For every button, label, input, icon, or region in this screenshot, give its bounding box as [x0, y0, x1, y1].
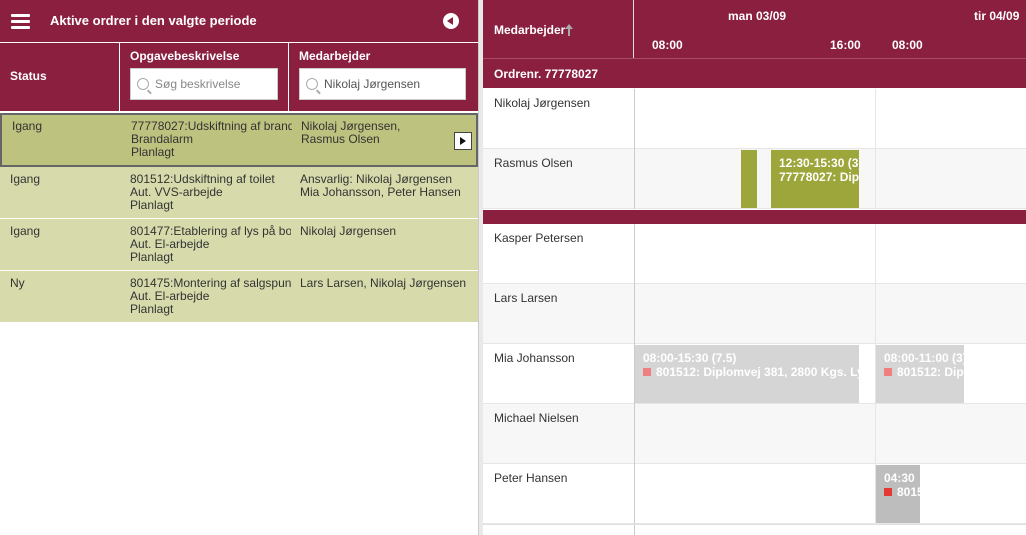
orders-topbar: Aktive ordrer i den valgte periode: [0, 0, 478, 42]
event-description: 801512: Diplomvej: [884, 365, 964, 379]
event-description-text: 801512: Diplomvej 381, 2800 Kgs. Lyngby: [656, 365, 859, 379]
order-status: Igang: [10, 225, 41, 238]
employee-name: Mia Johansson: [494, 351, 575, 365]
time-label: 08:00: [652, 38, 683, 52]
event-description: 801512: [884, 485, 920, 499]
employee-row[interactable]: Rasmus Olsen 12:30-15:30 (3) 77778027: D…: [483, 149, 1026, 209]
order-description: 801477:Etablering af lys på bord Aut. El…: [130, 225, 291, 264]
column-header-status[interactable]: Status: [0, 43, 119, 111]
event-time: 12:30-15:30 (3): [779, 156, 859, 170]
column-divider: [634, 404, 635, 464]
employee-name: Kasper Petersen: [494, 231, 584, 245]
column-divider: [634, 224, 635, 284]
employee-row[interactable]: Kasper Petersen: [483, 224, 1026, 284]
column-divider: [634, 149, 635, 209]
order-row[interactable]: Igang 801512:Udskiftning af toilet Aut. …: [0, 167, 478, 219]
day-divider: [875, 404, 876, 464]
event-description-text: 801512: [897, 485, 920, 499]
description-search-box: [130, 68, 285, 100]
event-time: 08:00-15:30 (7.5): [643, 351, 737, 365]
day-divider: [875, 224, 876, 284]
order-row[interactable]: Ny 801475:Montering af salgspunkt Aut. E…: [0, 271, 478, 323]
time-label: 08:00: [892, 38, 923, 52]
order-status: Igang: [12, 120, 43, 133]
column-divider: [634, 464, 635, 524]
column-label-status: Status: [10, 69, 47, 83]
event-description: 77778027: Diplomvej: [779, 170, 859, 184]
order-employees: Nikolaj Jørgensen: [300, 225, 397, 238]
column-header-description: Opgavebeskrivelse: [120, 43, 288, 111]
employee-row[interactable]: Peter Hansen 04:30 801512: [483, 464, 1026, 524]
employee-header-label: Medarbejder: [494, 23, 566, 37]
scheduler-header: Medarbejder man 03/09 tir 04/09 08:00 16…: [483, 0, 1026, 58]
expand-row-button[interactable]: [454, 132, 472, 150]
order-status: Igang: [10, 173, 41, 186]
order-employees: Lars Larsen, Nikolaj Jørgensen: [300, 277, 467, 290]
search-icon: [137, 78, 149, 90]
orders-panel: Aktive ordrer i den valgte periode Statu…: [0, 0, 478, 535]
day-divider: [875, 89, 876, 149]
order-state: Planlagt: [131, 145, 175, 159]
schedule-event[interactable]: 12:30-15:30 (3) 77778027: Diplomvej: [771, 150, 859, 208]
employee-name: Rasmus Olsen: [494, 156, 573, 170]
day-divider: [875, 284, 876, 344]
employee-row[interactable]: Mia Johansson 08:00-15:30 (7.5) 801512: …: [483, 344, 1026, 404]
collapse-panel-icon[interactable]: [443, 13, 459, 29]
sort-ascending-icon[interactable]: [565, 24, 573, 36]
employee-row[interactable]: Lars Larsen: [483, 284, 1026, 344]
order-description: 801512:Udskiftning af toilet Aut. VVS-ar…: [130, 173, 291, 212]
scheduler-panel: Medarbejder man 03/09 tir 04/09 08:00 16…: [483, 0, 1026, 535]
time-label: 16:00: [830, 38, 861, 52]
order-description: 801475:Montering af salgspunkt Aut. El-a…: [130, 277, 291, 316]
employee-name: Peter Hansen: [494, 471, 568, 485]
search-icon: [306, 78, 318, 90]
employee-name: Lars Larsen: [494, 291, 558, 305]
group-separator: [483, 210, 1026, 224]
order-group-header[interactable]: Ordrenr. 77778027: [483, 58, 1026, 88]
panel-title: Aktive ordrer i den valgte periode: [50, 13, 257, 28]
employee-name: Michael Nielsen: [494, 411, 579, 425]
schedule-event[interactable]: 04:30 801512: [876, 465, 920, 523]
column-divider: [634, 525, 635, 535]
column-label-description: Opgavebeskrivelse: [130, 49, 240, 63]
employee-name: Nikolaj Jørgensen: [494, 96, 591, 110]
order-row[interactable]: Igang 801477:Etablering af lys på bord A…: [0, 219, 478, 271]
order-employees: Nikolaj Jørgensen, Rasmus Olsen: [301, 120, 401, 146]
event-description-text: 801512: Diplomvej: [897, 365, 964, 379]
flag-icon: [884, 488, 892, 496]
column-divider: [634, 89, 635, 149]
order-status: Ny: [10, 277, 25, 290]
flag-icon: [643, 368, 651, 376]
column-header-employee: Medarbejder: [289, 43, 478, 111]
column-divider: [634, 284, 635, 344]
column-label-employee: Medarbejder: [299, 49, 371, 63]
order-state: Planlagt: [130, 302, 174, 316]
schedule-event[interactable]: 08:00-15:30 (7.5) 801512: Diplomvej 381,…: [635, 345, 859, 403]
flag-icon: [884, 368, 892, 376]
employee-row[interactable]: Michael Nielsen: [483, 404, 1026, 464]
description-search-input[interactable]: [155, 77, 285, 91]
day-label: tir 04/09: [974, 9, 1020, 23]
event-description: 801512: Diplomvej 381, 2800 Kgs. Lyngby: [643, 365, 859, 379]
schedule-event[interactable]: 08:00-11:00 (3) 801512: Diplomvej: [876, 345, 964, 403]
event-time: 04:30: [884, 471, 915, 485]
order-state: Planlagt: [130, 250, 174, 264]
employee-row[interactable]: Nikolaj Jørgensen: [483, 89, 1026, 149]
employee-search-box: [299, 68, 466, 100]
scheduler-bottom-row: [483, 524, 1026, 535]
employee-column-header[interactable]: Medarbejder: [483, 0, 634, 58]
event-time: 08:00-11:00 (3): [884, 351, 964, 365]
hamburger-menu-icon[interactable]: [11, 14, 30, 29]
day-label: man 03/09: [728, 9, 787, 23]
order-employees: Ansvarlig: Nikolaj Jørgensen Mia Johanss…: [300, 173, 461, 199]
order-row[interactable]: Igang 77778027:Udskiftning af brandalarm…: [0, 113, 478, 167]
schedule-event-block[interactable]: [741, 150, 757, 208]
day-divider: [875, 149, 876, 209]
order-state: Planlagt: [130, 198, 174, 212]
employee-search-input[interactable]: [324, 77, 454, 91]
order-group-label: Ordrenr. 77778027: [494, 67, 599, 81]
order-description: 77778027:Udskiftning af brandalarm Brand…: [131, 120, 292, 159]
